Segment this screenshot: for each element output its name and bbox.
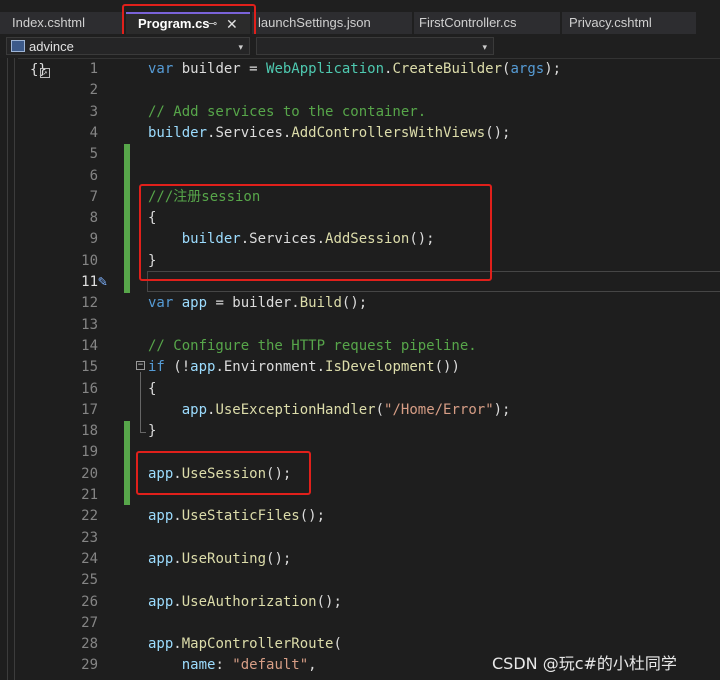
margin-divider: [7, 58, 8, 680]
code-line[interactable]: name: "default",: [148, 655, 317, 676]
line-number: 12: [81, 295, 98, 312]
tab-label: Privacy.cshtml: [569, 15, 652, 30]
code-line[interactable]: var app = builder.Build();: [148, 293, 367, 314]
code-line[interactable]: // Add services to the container.: [148, 102, 426, 123]
project-icon: [11, 40, 25, 52]
code-line[interactable]: // Configure the HTTP request pipeline.: [148, 336, 477, 357]
code-line[interactable]: }: [148, 421, 156, 442]
code-line[interactable]: app.UseAuthorization();: [148, 592, 342, 613]
margin-divider: [14, 58, 15, 680]
navigation-bar: advince ▾ ▾: [0, 34, 720, 59]
line-number: 1: [89, 61, 98, 77]
line-number: 9: [89, 231, 98, 248]
code-line[interactable]: builder.Services.AddControllersWithViews…: [148, 123, 510, 144]
project-name: advince: [29, 39, 74, 54]
project-dropdown[interactable]: advince ▾: [6, 37, 250, 55]
tab-firstcontroller-cs[interactable]: FirstController.cs: [414, 12, 560, 34]
expand-icon: ↗: [40, 68, 50, 78]
tab-label: FirstController.cs: [419, 15, 517, 30]
tab-index-cshtml[interactable]: Index.cshtml: [0, 12, 122, 34]
line-number: 25: [81, 572, 98, 589]
use-session-highlight-box: [136, 451, 311, 495]
line-number: 17: [81, 401, 98, 418]
line-number: 7: [89, 188, 98, 205]
line-number: 24: [81, 550, 98, 567]
tab-label: launchSettings.json: [258, 15, 371, 30]
chevron-down-icon: ▾: [238, 42, 243, 52]
type-dropdown[interactable]: ▾: [256, 37, 494, 55]
code-line[interactable]: app.UseStaticFiles();: [148, 506, 325, 527]
line-number: 19: [81, 444, 98, 461]
line-number: 3: [89, 103, 98, 120]
line-number: 18: [81, 423, 98, 440]
line-number: 26: [81, 593, 98, 610]
line-number: 14: [81, 337, 98, 354]
fold-guide-end: [140, 432, 146, 433]
watermark: CSDN @玩c#的小杜同学: [492, 654, 677, 673]
code-line[interactable]: {: [148, 379, 156, 400]
change-indicator: [124, 144, 130, 293]
line-number: 29: [81, 657, 98, 674]
session-registration-highlight-box: [139, 184, 492, 281]
line-number: 4: [89, 124, 98, 141]
line-number: 28: [81, 636, 98, 653]
line-number: 21: [81, 487, 98, 503]
collapse-icon[interactable]: −: [136, 361, 145, 370]
line-number-current: 11: [81, 274, 98, 290]
change-indicator: [124, 421, 130, 505]
line-number: 10: [81, 252, 98, 269]
tab-privacy-cshtml[interactable]: Privacy.cshtml: [562, 12, 696, 34]
tab-launchsettings-json[interactable]: launchSettings.json: [252, 12, 412, 34]
line-number: 15: [81, 359, 98, 376]
line-number: 16: [81, 380, 98, 397]
tab-bar: Index.cshtml Program.cs ⊸ ✕ launchSettin…: [0, 0, 720, 34]
chevron-down-icon: ▾: [482, 42, 487, 52]
code-line[interactable]: var builder = WebApplication.CreateBuild…: [148, 59, 561, 80]
line-number: 6: [89, 167, 98, 184]
fold-guide: [140, 372, 141, 432]
line-number: 13: [81, 316, 98, 333]
tab-label: Index.cshtml: [12, 15, 85, 30]
line-number: 2: [89, 82, 98, 99]
line-number: 22: [81, 508, 98, 525]
line-number: 20: [81, 465, 98, 482]
code-line[interactable]: app.MapControllerRoute(: [148, 634, 342, 655]
line-number: 23: [81, 529, 98, 546]
code-line[interactable]: app.UseExceptionHandler("/Home/Error");: [148, 400, 511, 421]
line-number: 5: [89, 146, 98, 163]
line-number: 27: [81, 614, 98, 631]
left-margin: [0, 58, 18, 680]
quick-actions-icon[interactable]: ✎: [98, 272, 107, 290]
code-line[interactable]: if (!app.Environment.IsDevelopment()): [148, 357, 460, 378]
code-line[interactable]: app.UseRouting();: [148, 549, 291, 570]
line-number: 8: [89, 210, 98, 227]
